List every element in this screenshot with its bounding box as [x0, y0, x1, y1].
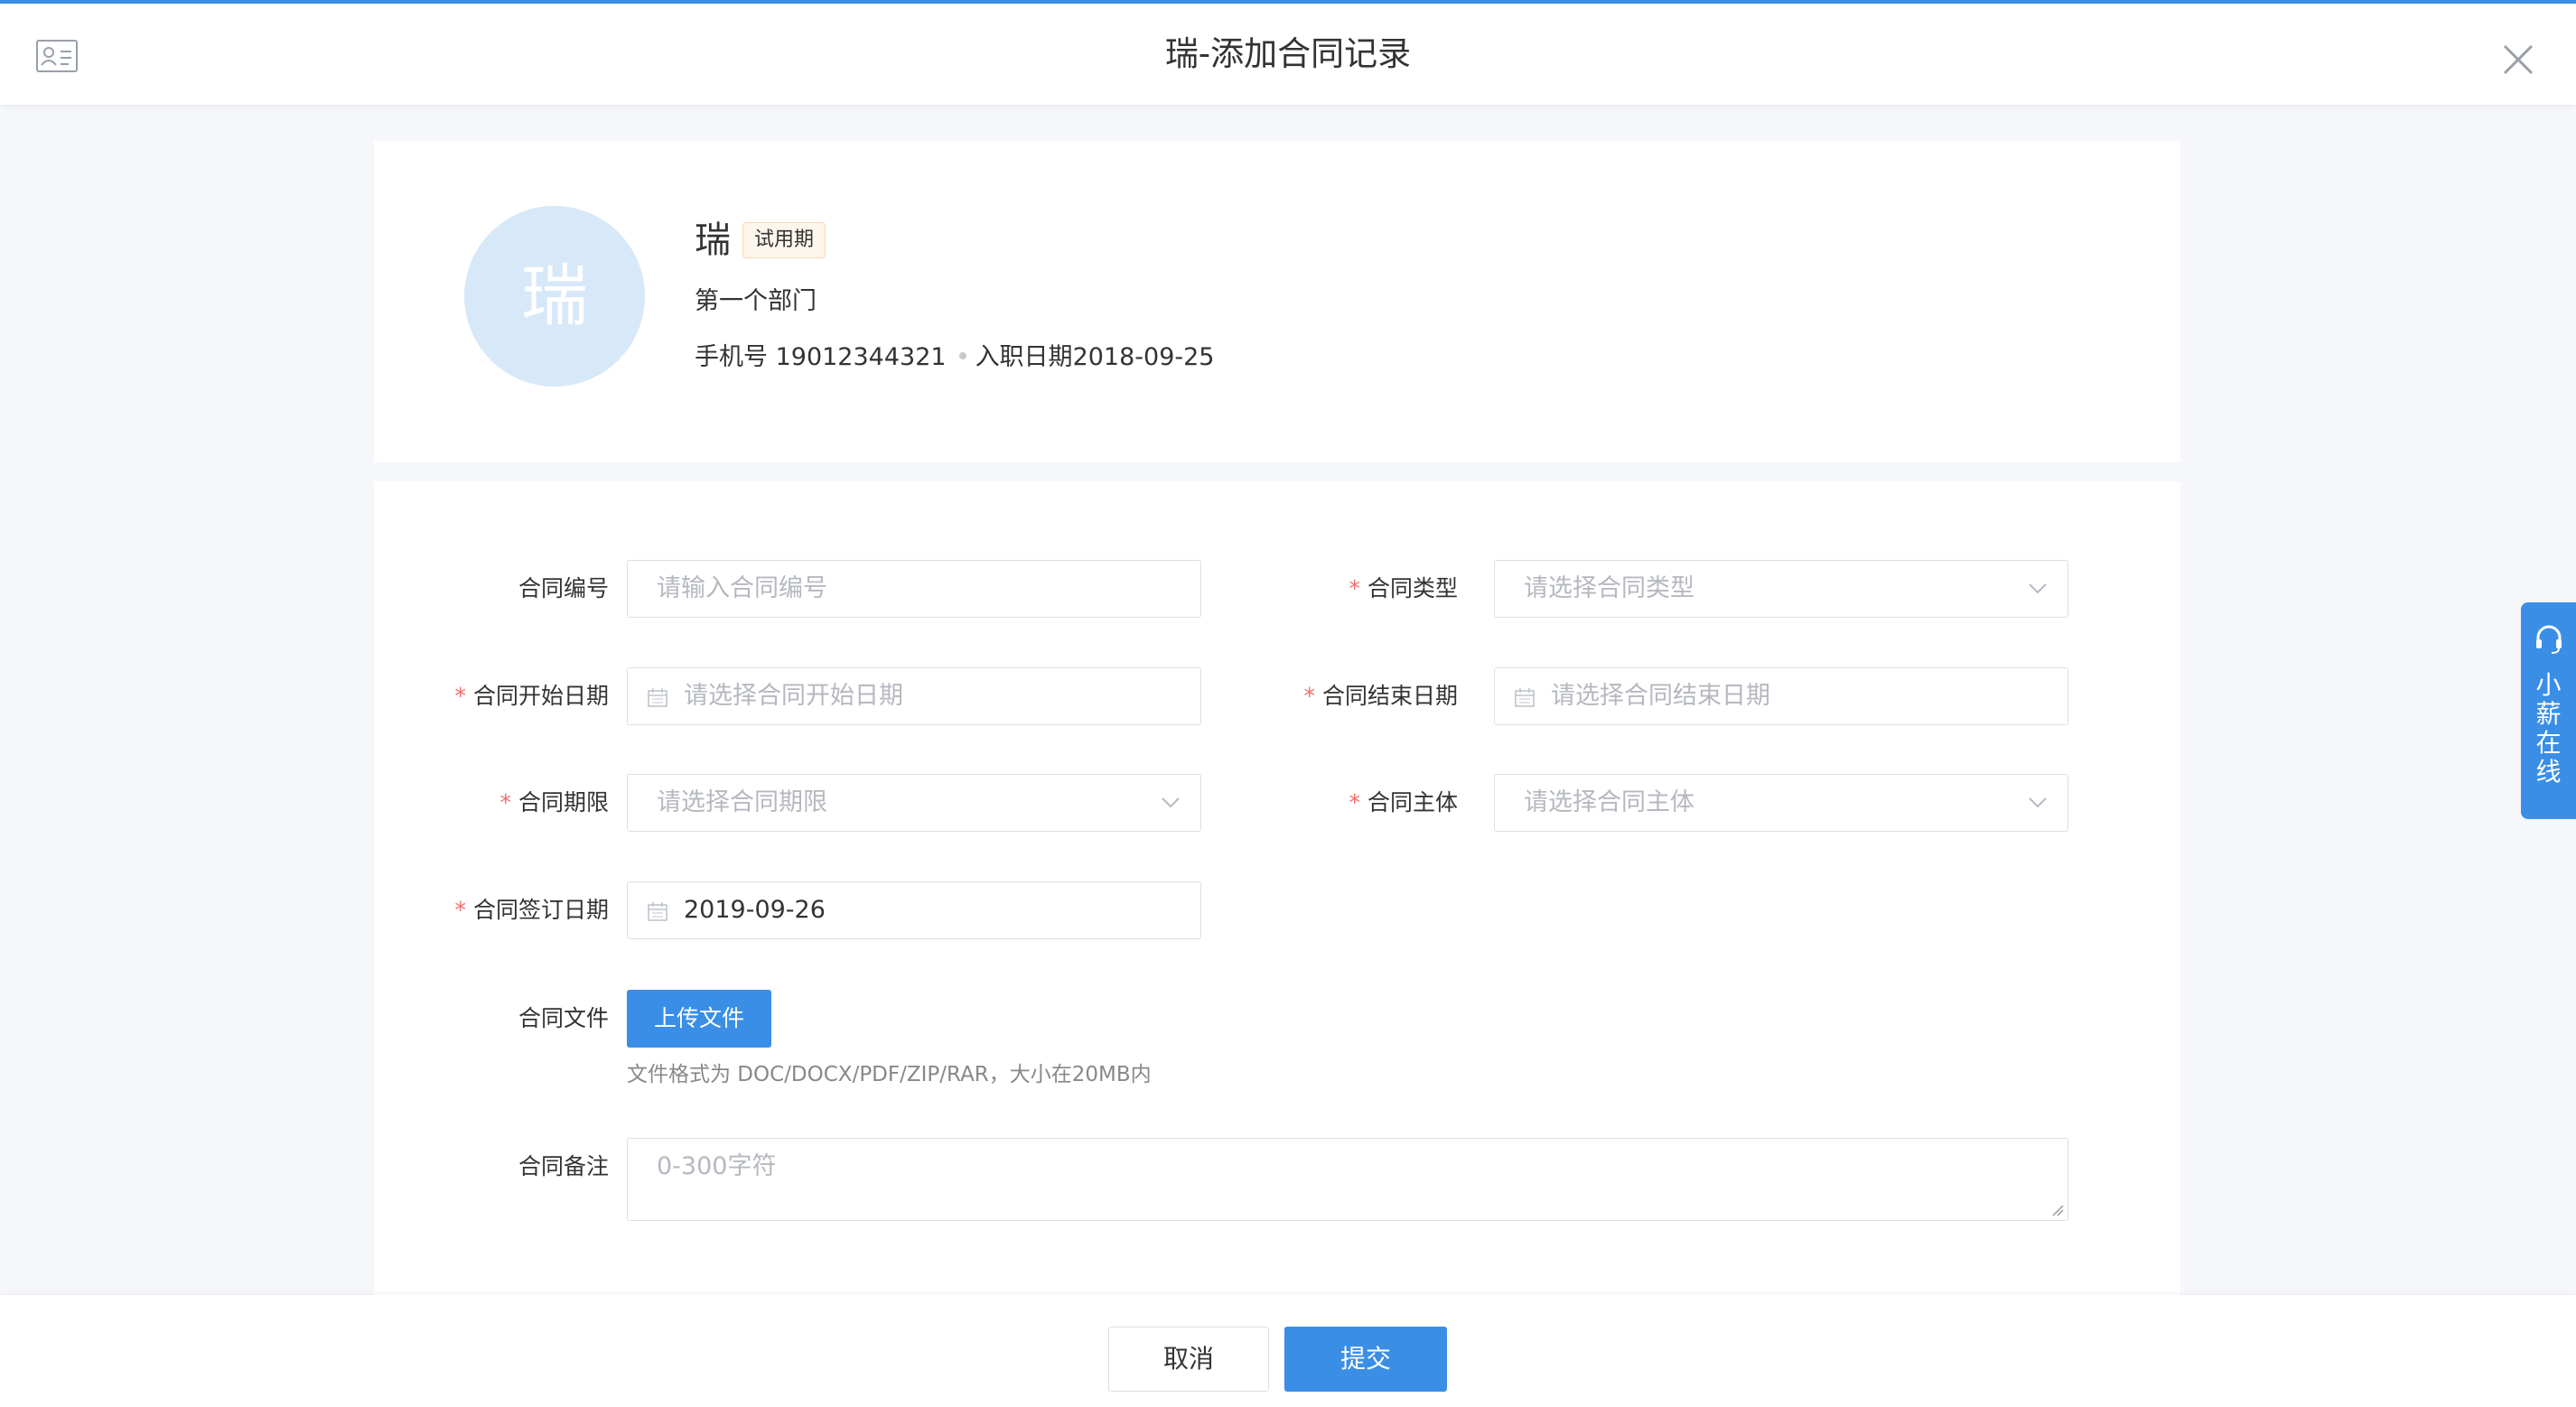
close-icon[interactable]: [2502, 43, 2534, 76]
end-date-label: * 合同结束日期: [1303, 683, 1458, 709]
required-mark: *: [499, 789, 511, 815]
dialog-header: 瑞-添加合同记录: [0, 4, 2576, 105]
calendar-icon: [648, 688, 667, 707]
chevron-down-icon: [1162, 797, 1180, 808]
chevron-down-icon: [2029, 797, 2047, 808]
hire-date-label: 入职日期: [975, 343, 1073, 371]
contract-no-label: 合同编号: [518, 575, 609, 601]
term-select[interactable]: 请选择合同期限: [627, 774, 1201, 832]
status-badge: 试用期: [742, 222, 826, 258]
required-mark: *: [1349, 575, 1360, 601]
contract-type-select[interactable]: 请选择合同类型: [1494, 560, 2068, 618]
dialog-title: 瑞-添加合同记录: [1164, 34, 1412, 73]
employee-department: 第一个部门: [695, 287, 817, 315]
employee-profile-card: 瑞 瑞 试用期 第一个部门 手机号 19012344321 入职日期2018-09…: [374, 141, 2180, 462]
online-support-widget[interactable]: 小 薪 在 线: [2521, 602, 2576, 819]
calendar-icon: [648, 902, 667, 921]
contract-type-label: * 合同类型: [1349, 575, 1458, 601]
contract-no-input[interactable]: 请输入合同编号: [627, 560, 1201, 618]
entity-label: * 合同主体: [1349, 789, 1458, 815]
required-mark: *: [1303, 683, 1315, 709]
avatar: 瑞: [464, 206, 645, 387]
required-mark: *: [454, 683, 466, 709]
sign-date-value: 2019-09-26: [684, 896, 826, 924]
remark-textarea[interactable]: 0-300字符: [627, 1138, 2068, 1221]
hire-date: 2018-09-25: [1072, 343, 1215, 371]
required-mark: *: [1349, 789, 1360, 815]
term-label: * 合同期限: [499, 789, 609, 815]
headset-icon: [2536, 625, 2562, 654]
start-date-picker[interactable]: 请选择合同开始日期: [627, 667, 1201, 725]
phone-label: 手机号: [695, 343, 768, 371]
employee-name: 瑞: [695, 219, 731, 261]
contract-form: 合同编号 请输入合同编号 * 合同类型 请选择合同类型 * 合同开始日期 请选择合同…: [374, 481, 2180, 1407]
calendar-icon: [1515, 688, 1535, 707]
resize-grip-icon[interactable]: [2049, 1202, 2064, 1216]
sign-date-picker[interactable]: 2019-09-26: [627, 881, 1201, 939]
upload-hint: 文件格式为 DOC/DOCX/PDF/ZIP/RAR，大小在20MB内: [627, 1063, 1152, 1086]
start-date-label: * 合同开始日期: [454, 683, 609, 709]
chevron-down-icon: [2029, 583, 2047, 594]
remark-label: 合同备注: [518, 1153, 609, 1179]
required-mark: *: [454, 897, 466, 923]
entity-select[interactable]: 请选择合同主体: [1494, 774, 2068, 832]
separator-dot: [958, 352, 966, 359]
upload-file-button[interactable]: 上传文件: [627, 990, 771, 1048]
submit-button[interactable]: 提交: [1284, 1327, 1447, 1392]
end-date-picker[interactable]: 请选择合同结束日期: [1494, 667, 2068, 725]
support-label: 小 薪 在 线: [2535, 670, 2562, 787]
dialog-footer: 取消 提交: [0, 1295, 2576, 1407]
sign-date-label: * 合同签订日期: [454, 897, 609, 923]
file-label: 合同文件: [518, 1005, 609, 1031]
phone-number: 19012344321: [775, 343, 947, 371]
cancel-button[interactable]: 取消: [1108, 1327, 1269, 1392]
employee-contact-info: 手机号 19012344321 入职日期2018-09-25: [695, 340, 1214, 376]
